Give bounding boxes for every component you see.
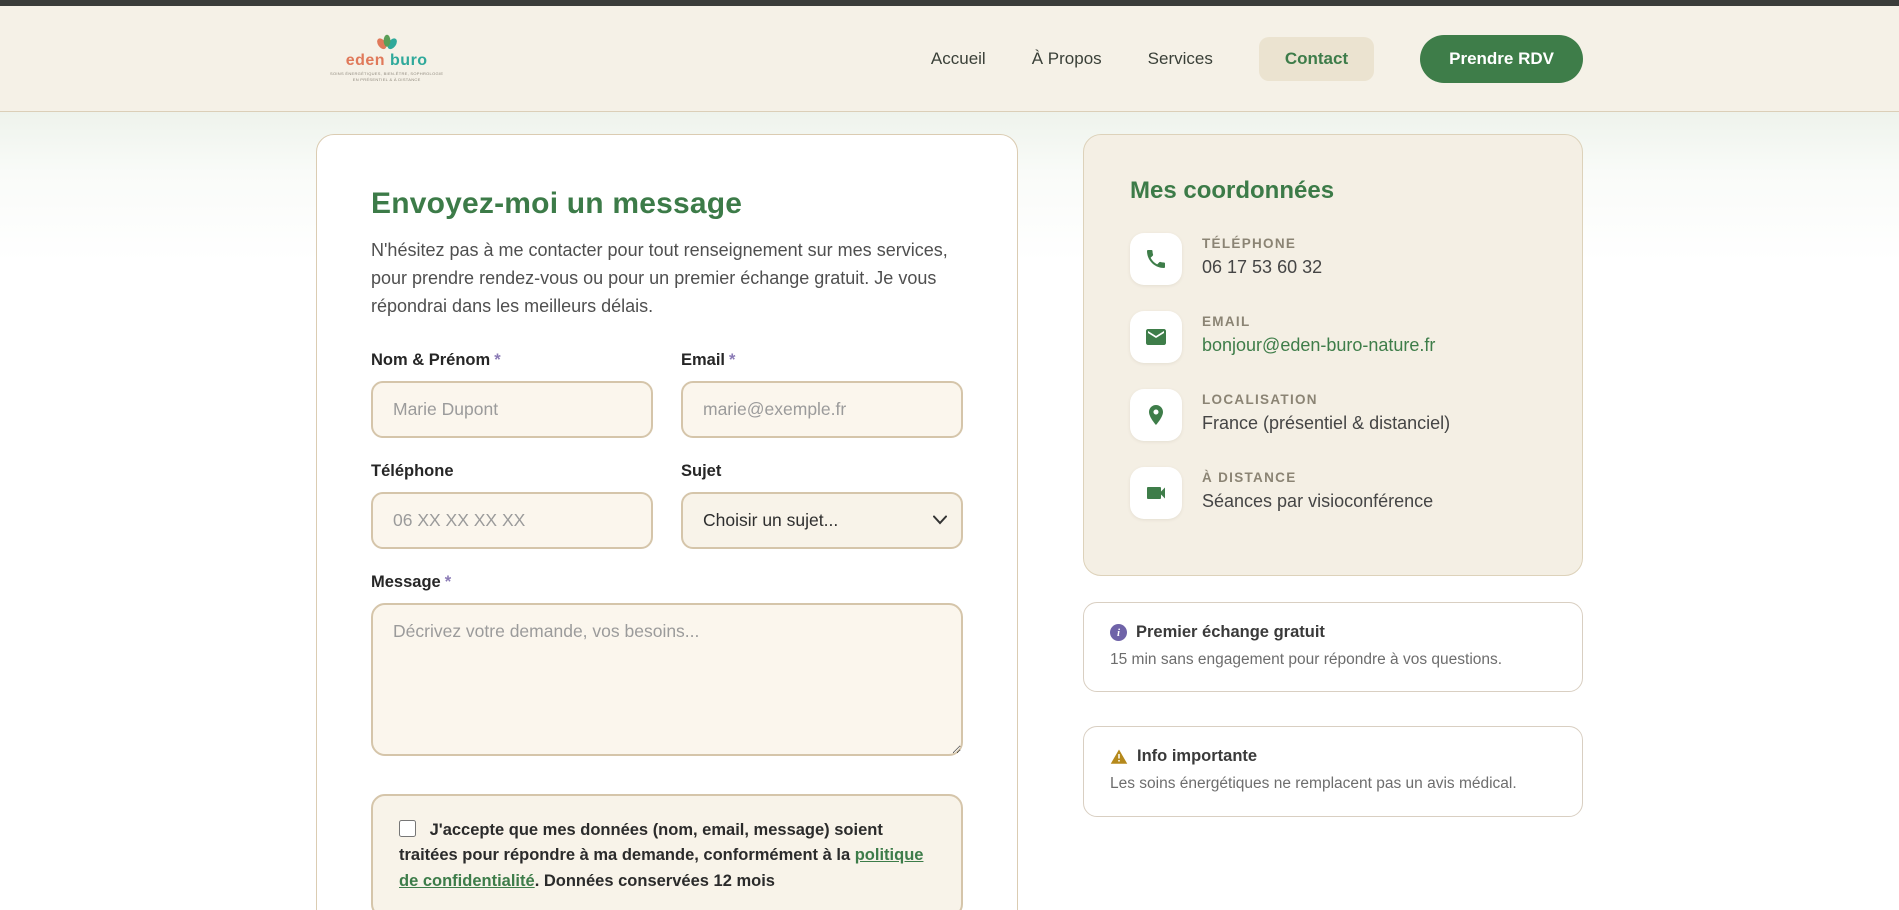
nav-item-services[interactable]: Services [1148, 49, 1213, 69]
important-note-card: Info importante Les soins énergétiques n… [1083, 726, 1583, 817]
coordinates-card: Mes coordonnées TÉLÉPHONE 06 17 53 60 32 [1083, 134, 1583, 576]
info-icon: i [1110, 624, 1127, 641]
leaf-logo-icon [376, 35, 397, 50]
brand-logo[interactable]: eden buro SOINS ÉNERGÉTIQUES, BIEN-ÊTRE,… [330, 34, 443, 82]
coord-label: TÉLÉPHONE [1202, 236, 1297, 251]
sujet-label: Sujet [681, 461, 722, 480]
consent-text-post: . Données conservées 12 mois [534, 871, 775, 890]
contact-form-card: Envoyez-moi un message N'hésitez pas à m… [316, 134, 1018, 910]
coordinates-title: Mes coordonnées [1130, 177, 1335, 204]
envelope-icon [1130, 311, 1182, 363]
logo-wordmark: eden buro [346, 53, 428, 69]
coord-label: LOCALISATION [1202, 392, 1318, 407]
message-label: Message * [371, 572, 452, 591]
main-navigation: Accueil À Propos Services Contact Prendr… [931, 34, 1583, 83]
required-asterisk: * [444, 572, 452, 591]
nav-item-a-propos[interactable]: À Propos [1032, 49, 1102, 69]
coord-item-email: EMAIL bonjour@eden-buro-nature.fr [1130, 311, 1536, 363]
note-title: Info importante [1137, 747, 1258, 766]
consent-box: J'accepte que mes données (nom, email, m… [371, 793, 963, 910]
email-label: Email * [681, 350, 736, 369]
phone-number: 06 17 53 60 32 [1202, 257, 1323, 277]
nav-item-accueil[interactable]: Accueil [931, 49, 986, 69]
consent-text-pre: J'accepte que mes données (nom, email, m… [399, 820, 883, 865]
sujet-select[interactable]: Choisir un sujet... [681, 491, 963, 549]
email-input[interactable] [681, 380, 963, 438]
phone-icon [1130, 233, 1182, 285]
logo-word-eden: eden [345, 52, 386, 70]
coord-label: À DISTANCE [1202, 470, 1297, 485]
note-text: 15 min sans engagement pour répondre à v… [1110, 651, 1503, 668]
note-title: Premier échange gratuit [1136, 623, 1325, 641]
coord-label: EMAIL [1202, 314, 1251, 329]
form-intro-text: N'hésitez pas à me contacter pour tout r… [371, 240, 948, 316]
nom-input[interactable] [371, 380, 653, 438]
message-textarea[interactable] [371, 602, 963, 756]
consent-checkbox[interactable] [399, 819, 416, 837]
free-call-note-card: i Premier échange gratuit 15 min sans en… [1083, 602, 1583, 693]
nav-item-contact-active[interactable]: Contact [1258, 36, 1375, 81]
required-asterisk: * [494, 350, 501, 369]
logo-tagline: SOINS ÉNERGÉTIQUES, BIEN-ÊTRE, SOPHROLOG… [330, 71, 444, 82]
coord-item-distance: À DISTANCE Séances par visioconférence [1130, 467, 1536, 519]
telephone-input[interactable] [371, 491, 653, 549]
form-title: Envoyez-moi un message [371, 187, 743, 220]
page-content: Envoyez-moi un message N'hésitez pas à m… [0, 112, 1899, 910]
site-header: eden buro SOINS ÉNERGÉTIQUES, BIEN-ÊTRE,… [0, 6, 1899, 112]
warning-icon [1110, 748, 1128, 766]
telephone-label: Téléphone [371, 461, 454, 480]
nom-label: Nom & Prénom * [371, 350, 501, 369]
distance-value: Séances par visioconférence [1202, 491, 1434, 511]
localisation-value: France (présentiel & distanciel) [1202, 413, 1451, 433]
note-text: Les soins énergétiques ne remplacent pas… [1110, 775, 1517, 793]
map-pin-icon [1130, 389, 1182, 441]
prendre-rdv-button[interactable]: Prendre RDV [1420, 34, 1583, 83]
coord-item-telephone: TÉLÉPHONE 06 17 53 60 32 [1130, 233, 1536, 285]
contact-info-sidebar: Mes coordonnées TÉLÉPHONE 06 17 53 60 32 [1083, 134, 1583, 817]
email-link[interactable]: bonjour@eden-buro-nature.fr [1202, 335, 1435, 356]
required-asterisk: * [729, 350, 736, 369]
logo-word-buro: buro [390, 52, 428, 70]
video-camera-icon [1130, 467, 1182, 519]
coord-item-localisation: LOCALISATION France (présentiel & distan… [1130, 389, 1536, 441]
